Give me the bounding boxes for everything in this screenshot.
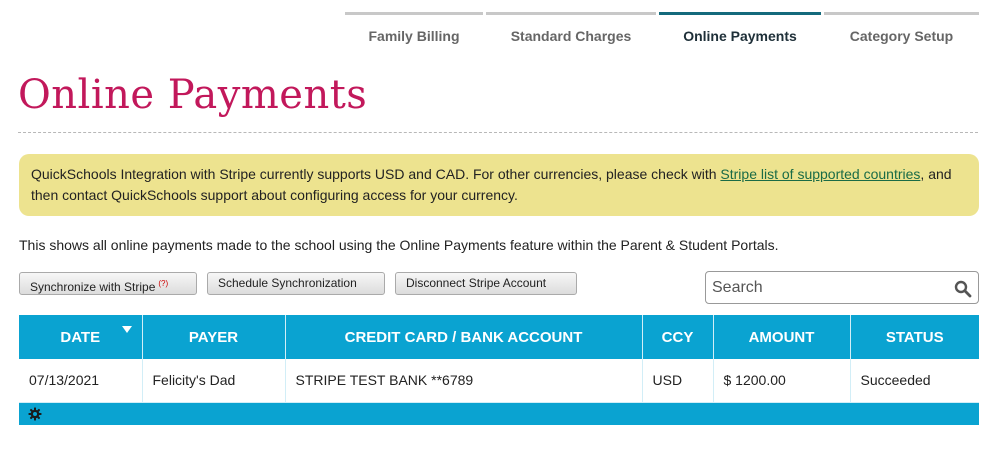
caret-down-icon xyxy=(121,326,132,333)
tab-family-billing[interactable]: Family Billing xyxy=(345,12,483,52)
tab-standard-charges[interactable]: Standard Charges xyxy=(486,12,656,52)
column-header-status[interactable]: STATUS xyxy=(850,315,979,359)
synchronize-button-label: Synchronize with Stripe xyxy=(30,280,156,294)
table-header-row: DATE PAYER CREDIT CARD / BANK ACCOUNT CC… xyxy=(19,315,979,359)
cell-currency: USD xyxy=(642,359,714,403)
cell-status: Succeeded xyxy=(850,359,979,403)
table-footer-bar xyxy=(19,403,979,425)
cell-payer: Felicity's Dad xyxy=(142,359,286,403)
search-input[interactable] xyxy=(712,278,944,298)
column-header-date[interactable]: DATE xyxy=(19,315,143,359)
column-header-currency[interactable]: CCY xyxy=(642,315,714,359)
page-description: This shows all online payments made to t… xyxy=(19,237,779,253)
table-row[interactable]: 07/13/2021 Felicity's Dad STRIPE TEST BA… xyxy=(19,359,979,403)
synchronize-button[interactable]: Synchronize with Stripe (?) xyxy=(19,272,197,295)
cell-amount: $ 1200.00 xyxy=(713,359,851,403)
search-box xyxy=(705,271,979,304)
currency-notice: QuickSchools Integration with Stripe cur… xyxy=(19,154,979,216)
column-header-account[interactable]: CREDIT CARD / BANK ACCOUNT xyxy=(285,315,643,359)
column-header-amount[interactable]: AMOUNT xyxy=(713,315,851,359)
cell-date: 07/13/2021 xyxy=(19,359,143,403)
search-icon[interactable] xyxy=(954,280,972,298)
tab-online-payments[interactable]: Online Payments xyxy=(659,12,821,52)
synchronize-help-link[interactable]: (?) xyxy=(158,279,168,288)
column-header-label: DATE xyxy=(60,328,101,346)
title-divider xyxy=(18,132,978,133)
column-header-payer[interactable]: PAYER xyxy=(142,315,286,359)
schedule-sync-button[interactable]: Schedule Synchronization xyxy=(207,272,385,295)
page-title: Online Payments xyxy=(18,72,368,118)
notice-text-before: QuickSchools Integration with Stripe cur… xyxy=(31,166,721,182)
payments-table: DATE PAYER CREDIT CARD / BANK ACCOUNT CC… xyxy=(19,315,979,403)
stripe-countries-link[interactable]: Stripe list of supported countries xyxy=(720,166,920,182)
tab-category-setup[interactable]: Category Setup xyxy=(824,12,979,52)
disconnect-stripe-button[interactable]: Disconnect Stripe Account xyxy=(395,272,577,295)
gear-icon[interactable] xyxy=(28,407,42,421)
cell-account: STRIPE TEST BANK **6789 xyxy=(285,359,643,403)
